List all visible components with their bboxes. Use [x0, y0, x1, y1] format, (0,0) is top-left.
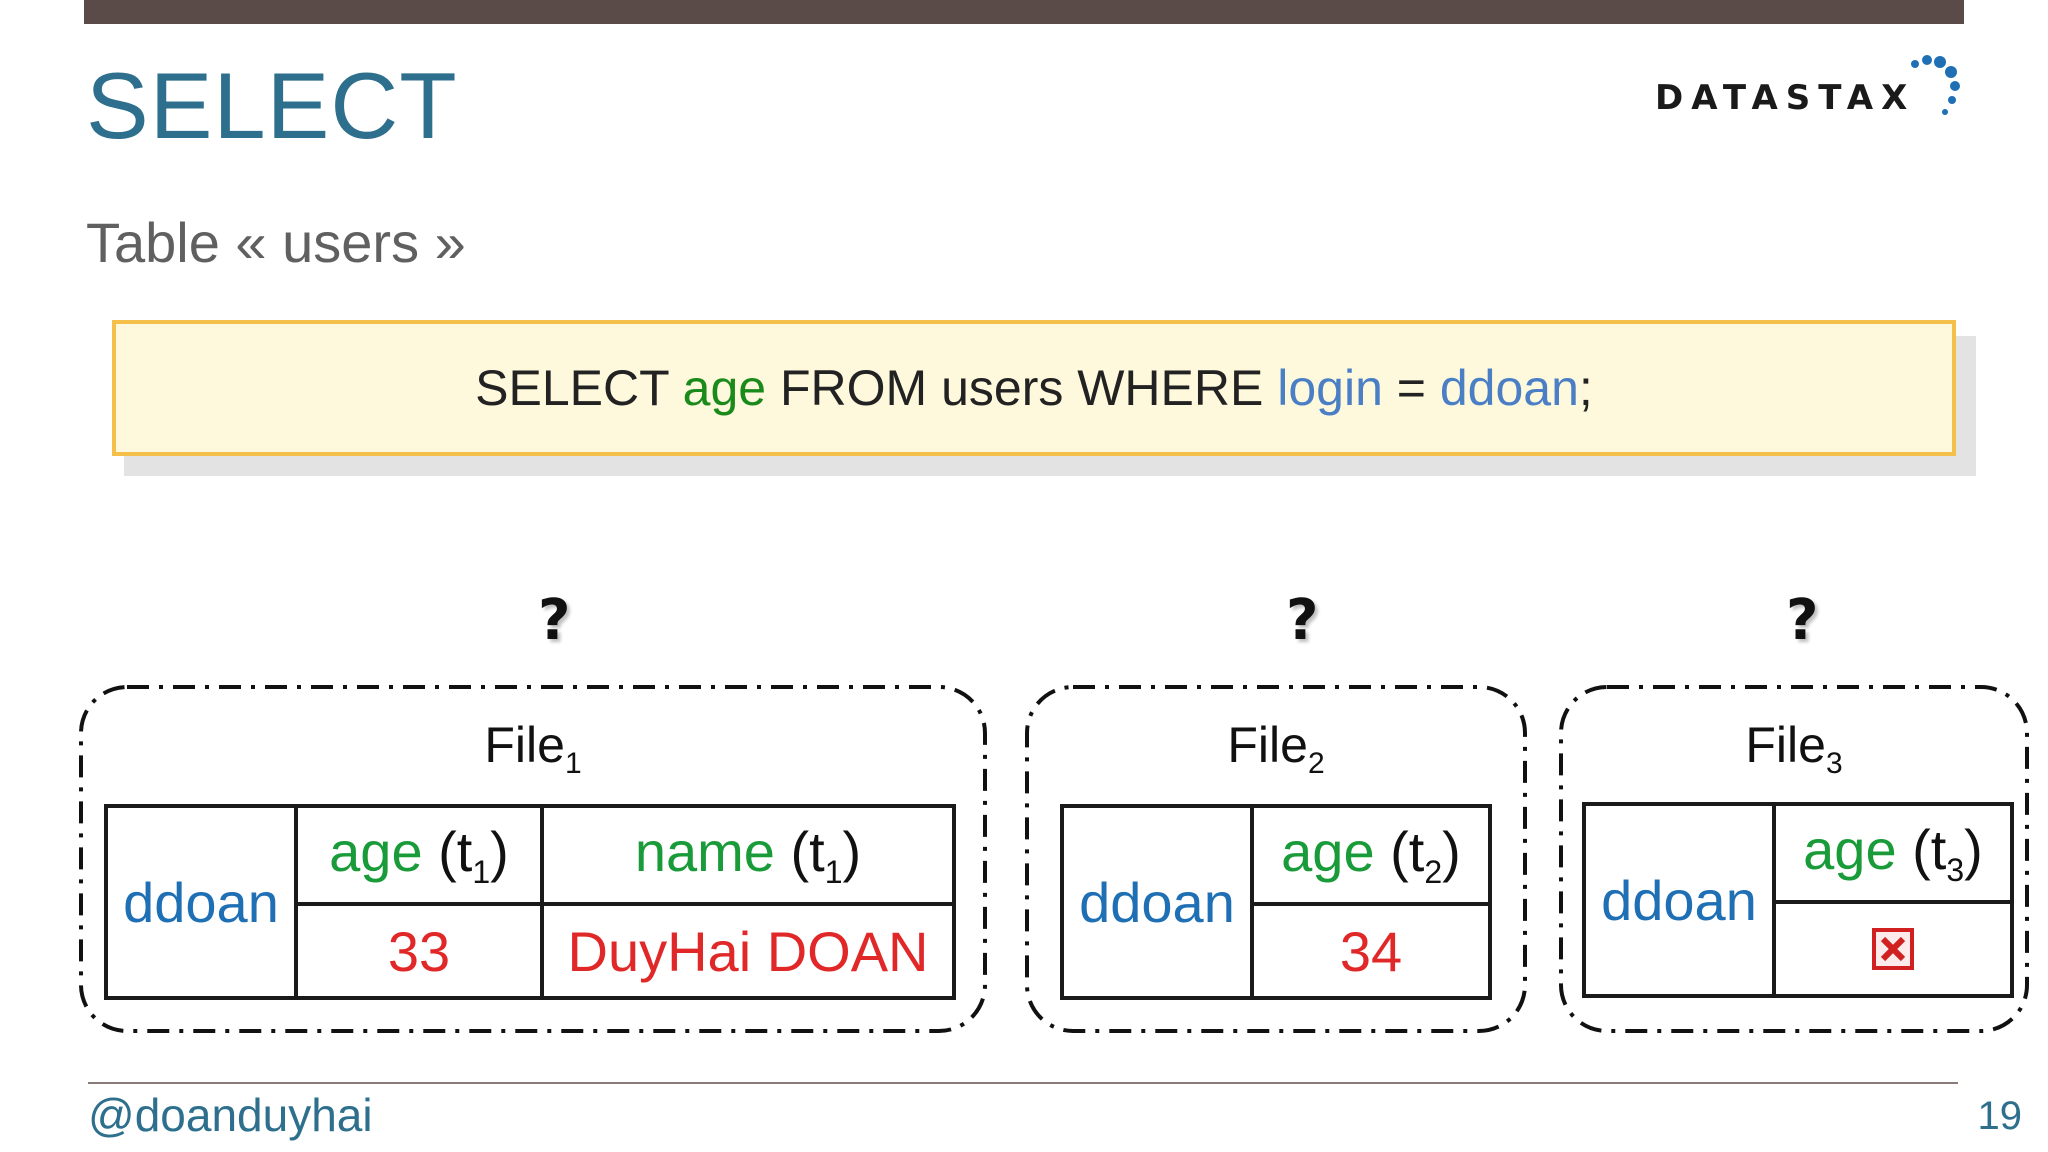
logo-text: DATASTAX — [1655, 78, 1916, 118]
column-header: age (t2) — [1250, 804, 1492, 906]
file-2: File2 ddoan age (t2) 34 — [1024, 684, 1528, 1034]
file-label-sub: 3 — [1825, 747, 1843, 780]
slide-title: SELECT — [86, 53, 458, 158]
partition-key: ddoan — [1060, 804, 1254, 1000]
column-name: name — [634, 819, 775, 883]
file-1: File1 ddoan age (t1) name (t1) 33 DuyHai… — [78, 684, 988, 1034]
query-part: SELECT — [475, 360, 683, 416]
file-1-label: File1 — [78, 716, 988, 781]
file-label-sub: 1 — [564, 747, 582, 780]
query-part: = — [1382, 360, 1440, 416]
question-mark-file3: ? — [1786, 588, 1819, 653]
timestamp: 2 — [1424, 854, 1443, 891]
column-value: DuyHai DOAN — [540, 902, 956, 1000]
file-label-text: File — [1227, 717, 1308, 773]
partition-key: ddoan — [1582, 802, 1776, 998]
query-part: FROM users WHERE — [766, 360, 1278, 416]
datastax-logo: DATASTAX — [1655, 54, 1975, 124]
file-3-table: ddoan age (t3) — [1582, 802, 2014, 998]
query-column: age — [682, 360, 767, 416]
logo-dots-icon — [1911, 55, 1960, 115]
file-2-table: ddoan age (t2) 34 — [1060, 804, 1492, 1000]
file-3: File3 ddoan age (t3) — [1558, 684, 2030, 1034]
timestamp: 3 — [1946, 852, 1965, 889]
column-value — [1772, 900, 2014, 998]
column-value: 33 — [294, 902, 544, 1000]
column-value: 34 — [1250, 902, 1492, 1000]
footer-divider — [88, 1082, 1958, 1084]
question-mark-file1: ? — [538, 588, 571, 653]
file-1-table: ddoan age (t1) name (t1) 33 DuyHai DOAN — [104, 804, 956, 1000]
file-label-sub: 2 — [1307, 747, 1325, 780]
column-header: age (t3) — [1772, 802, 2014, 904]
top-bar — [84, 0, 1964, 24]
query-part: ; — [1578, 360, 1593, 416]
query-key-value: ddoan — [1439, 360, 1579, 416]
page-number: 19 — [1977, 1094, 2023, 1138]
question-mark-file2: ? — [1286, 588, 1319, 653]
column-name: age — [329, 819, 423, 883]
file-2-label: File2 — [1024, 716, 1528, 781]
column-name: age — [1281, 819, 1375, 883]
column-header: name (t1) — [540, 804, 956, 906]
column-header: age (t1) — [294, 804, 544, 906]
file-label-text: File — [1745, 717, 1826, 773]
timestamp: 1 — [472, 854, 491, 891]
author-handle: @doanduyhai — [88, 1089, 373, 1141]
partition-key: ddoan — [104, 804, 298, 1000]
query-box: SELECT age FROM users WHERE login = ddoa… — [112, 320, 1956, 456]
query-key-column: login — [1277, 360, 1383, 416]
file-label-text: File — [484, 717, 565, 773]
file-3-label: File3 — [1558, 716, 2030, 781]
timestamp: 1 — [824, 854, 843, 891]
slide-subtitle: Table « users » — [86, 211, 466, 274]
column-name: age — [1803, 817, 1897, 881]
tombstone-x-icon — [1872, 928, 1914, 970]
